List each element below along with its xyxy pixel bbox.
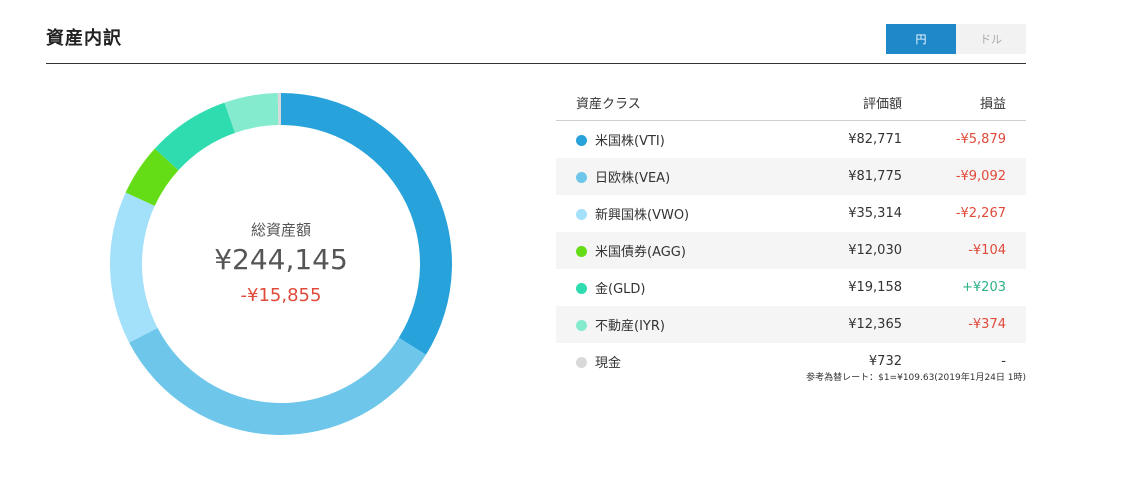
asset-value-cell: ¥12,030 (777, 232, 903, 269)
donut-slice (129, 327, 426, 435)
legend-dot-icon (576, 320, 587, 331)
legend-dot-icon (576, 209, 587, 220)
asset-table: 資産クラス 評価額 損益 米国株(VTI) ¥82,771 -¥5,879 日欧株(V… (556, 84, 1026, 380)
exchange-rate-note: 参考為替レート：$1=¥109.63(2019年1月24日 1時) (806, 373, 1026, 383)
dollar-button[interactable]: ドル (956, 24, 1026, 54)
asset-donut-chart (110, 93, 452, 435)
asset-class-cell: 新興国株(VWO) (556, 195, 777, 232)
legend-dot-icon (576, 172, 587, 183)
donut-slice (110, 192, 158, 343)
table-row: 新興国株(VWO) ¥35,314 -¥2,267 (556, 195, 1026, 232)
asset-class-cell: 米国債券(AGG) (556, 232, 777, 269)
asset-value-cell: ¥81,775 (777, 158, 903, 195)
asset-pnl-cell: -¥9,092 (903, 158, 1026, 195)
asset-class-name: 金(GLD) (595, 282, 646, 297)
asset-pnl-cell: -¥2,267 (955, 206, 1006, 221)
asset-class-name: 米国債券(AGG) (595, 245, 686, 260)
asset-pnl-cell: +¥203 (962, 280, 1006, 295)
asset-class-cell: 不動産(IYR) (556, 306, 777, 343)
page-title: 資産内訳 (46, 28, 122, 49)
yen-button[interactable]: 円 (886, 24, 956, 54)
asset-pnl-cell: -¥374 (903, 306, 1026, 343)
asset-class-name: 新興国株(VWO) (595, 208, 690, 223)
header-pnl: 損益 (903, 84, 1026, 121)
asset-value-cell: ¥12,365 (777, 306, 903, 343)
table-row: 不動産(IYR) ¥12,365 -¥374 (556, 306, 1026, 343)
asset-class-name: 日欧株(VEA) (595, 171, 671, 186)
asset-class-cell: 日欧株(VEA) (556, 158, 777, 195)
legend-dot-icon (576, 246, 587, 257)
donut-slice (281, 93, 452, 355)
header-asset-class: 資産クラス (556, 84, 777, 121)
asset-pnl-cell: -¥104 (903, 232, 1026, 269)
table-row: 米国株(VTI) ¥82,771 -¥5,879 (556, 121, 1026, 159)
legend-dot-icon (576, 283, 587, 294)
table-row: 日欧株(VEA) ¥81,775 -¥9,092 (556, 158, 1026, 195)
currency-toggle[interactable]: 円 ドル (886, 24, 1026, 54)
asset-value-cell: ¥82,771 (848, 132, 902, 147)
table-row: 金(GLD) ¥19,158 +¥203 (556, 269, 1026, 306)
asset-class-name: 米国株(VTI) (595, 134, 665, 149)
table-row: 米国債券(AGG) ¥12,030 -¥104 (556, 232, 1026, 269)
header-divider (46, 63, 1026, 64)
asset-value-cell: ¥19,158 (848, 280, 902, 295)
table-header: 資産クラス 評価額 損益 (556, 84, 1026, 121)
legend-dot-icon (576, 135, 587, 146)
asset-class-name: 不動産(IYR) (595, 319, 665, 334)
asset-class-cell: 金(GLD) (556, 269, 777, 306)
asset-pnl-cell: -¥5,879 (955, 132, 1006, 147)
asset-class-cell: 米国株(VTI) (556, 121, 777, 159)
asset-value-cell: ¥35,314 (848, 206, 902, 221)
asset-class-name: 現金 (595, 356, 622, 371)
header-value: 評価額 (777, 84, 903, 121)
legend-dot-icon (576, 357, 587, 368)
